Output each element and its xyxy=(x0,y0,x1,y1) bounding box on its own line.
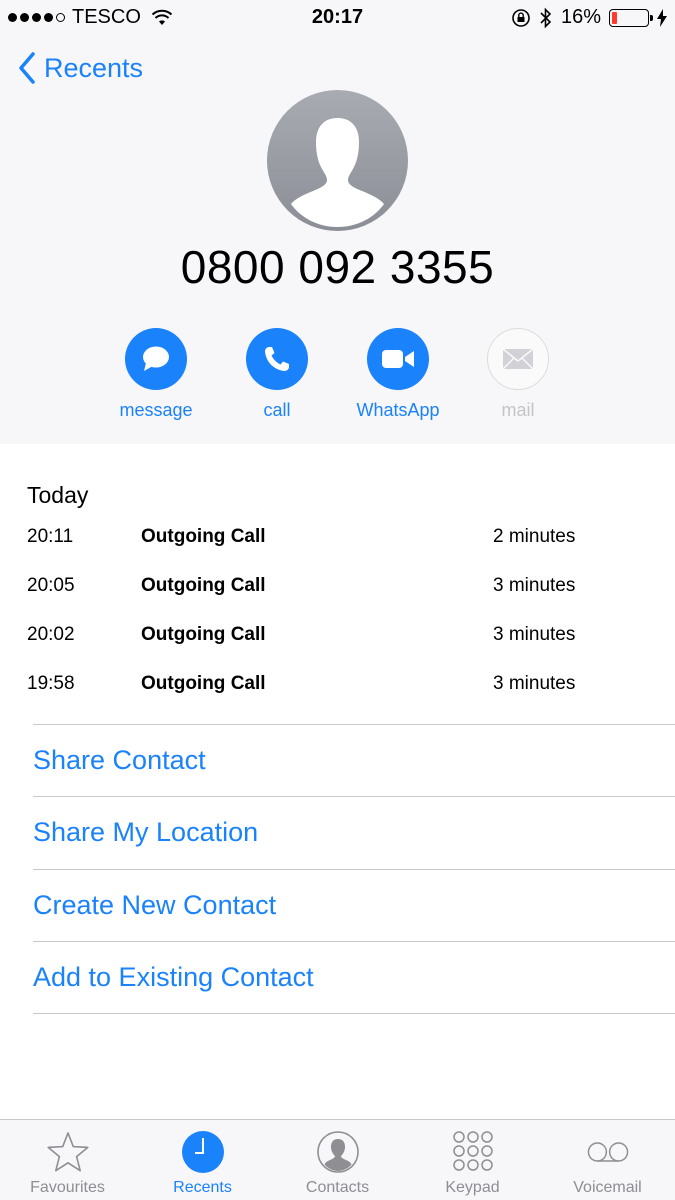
status-right: 16% xyxy=(511,6,667,29)
video-camera-icon xyxy=(382,350,414,368)
tab-recents[interactable]: Recents xyxy=(135,1120,270,1200)
person-icon xyxy=(316,1130,360,1174)
orientation-lock-icon xyxy=(512,8,530,27)
call-duration: 2 minutes xyxy=(493,526,576,547)
back-button[interactable]: Recents xyxy=(18,52,143,84)
whatsapp-action-circle xyxy=(367,328,429,390)
call-action-circle xyxy=(246,328,308,390)
voicemail-icon xyxy=(586,1130,630,1174)
call-history-day: Today xyxy=(27,482,89,508)
call-action-button[interactable]: call xyxy=(207,328,347,421)
tab-label: Recents xyxy=(173,1179,232,1196)
call-row: 20:02 Outgoing Call 3 minutes xyxy=(0,624,675,660)
bluetooth-icon xyxy=(540,7,552,28)
call-row: 19:58 Outgoing Call 3 minutes xyxy=(0,673,675,709)
call-duration: 3 minutes xyxy=(493,673,576,694)
tab-bar: Favourites Recents Contacts Keypad Voice… xyxy=(0,1119,675,1200)
envelope-icon xyxy=(502,348,534,370)
add-to-existing-contact-link[interactable]: Add to Existing Contact xyxy=(33,941,675,1013)
battery-level xyxy=(612,11,617,24)
battery-icon xyxy=(609,8,653,27)
create-new-contact-link[interactable]: Create New Contact xyxy=(33,869,675,941)
star-icon xyxy=(46,1130,90,1174)
phone-icon xyxy=(265,347,289,371)
message-bubble-icon xyxy=(143,346,169,371)
call-duration: 3 minutes xyxy=(493,575,576,596)
charging-bolt-icon xyxy=(657,8,667,27)
call-type: Outgoing Call xyxy=(141,624,266,645)
call-time: 20:11 xyxy=(27,526,74,547)
clock-icon xyxy=(181,1130,225,1174)
tab-voicemail[interactable]: Voicemail xyxy=(540,1120,675,1200)
call-duration: 3 minutes xyxy=(493,624,576,645)
contact-avatar xyxy=(267,90,408,231)
chevron-left-icon xyxy=(19,52,35,84)
tab-contacts[interactable]: Contacts xyxy=(270,1120,405,1200)
options-divider xyxy=(33,1013,675,1014)
call-type: Outgoing Call xyxy=(141,575,266,596)
whatsapp-action-label: WhatsApp xyxy=(356,400,440,420)
tab-label: Contacts xyxy=(305,1179,370,1196)
message-action-label: message xyxy=(119,400,193,420)
whatsapp-action-button[interactable]: WhatsApp xyxy=(328,328,468,421)
tab-label: Favourites xyxy=(30,1179,105,1196)
tab-keypad[interactable]: Keypad xyxy=(405,1120,540,1200)
call-time: 20:05 xyxy=(27,575,75,596)
mail-action-label: mail xyxy=(501,400,535,420)
message-action-circle xyxy=(125,328,187,390)
message-action-button[interactable]: message xyxy=(86,328,226,421)
status-bar: TESCO 20:17 16% xyxy=(0,0,675,36)
tab-favourites[interactable]: Favourites xyxy=(0,1120,135,1200)
tab-label: Keypad xyxy=(445,1179,500,1196)
tab-label: Voicemail xyxy=(573,1179,642,1196)
call-row: 20:05 Outgoing Call 3 minutes xyxy=(0,575,675,611)
share-my-location-link[interactable]: Share My Location xyxy=(33,796,675,868)
back-label: Recents xyxy=(44,52,144,83)
person-silhouette-icon xyxy=(291,118,384,227)
call-time: 20:02 xyxy=(27,624,75,645)
contact-phone-number: 0800 092 3355 xyxy=(180,241,495,293)
keypad-icon xyxy=(451,1130,495,1174)
contact-header: Recents 0800 092 3355 message call Whats… xyxy=(0,36,675,444)
mail-action-circle xyxy=(487,328,549,390)
call-type: Outgoing Call xyxy=(141,526,266,547)
call-time: 19:58 xyxy=(27,673,75,694)
share-contact-link[interactable]: Share Contact xyxy=(33,724,675,796)
battery-percent: 16% xyxy=(560,6,601,28)
call-action-label: call xyxy=(263,400,291,420)
mail-action-button[interactable]: mail xyxy=(448,328,588,421)
call-row: 20:11 Outgoing Call 2 minutes xyxy=(0,526,675,562)
call-type: Outgoing Call xyxy=(141,673,266,694)
